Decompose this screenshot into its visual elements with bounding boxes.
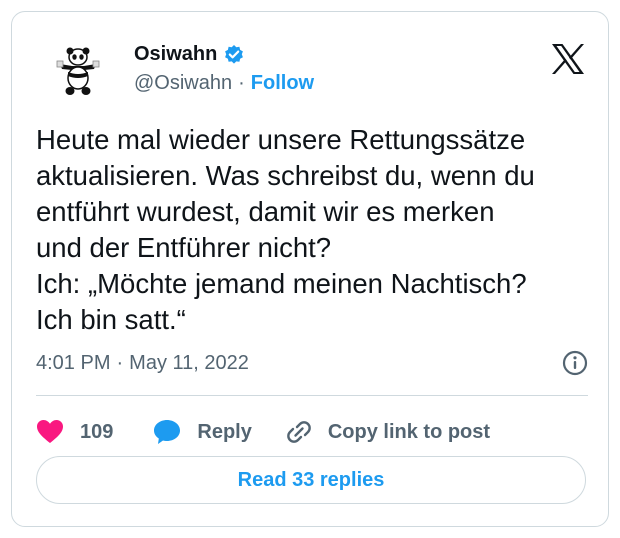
like-count: 109	[80, 420, 114, 443]
copy-link-label: Copy link to post	[327, 420, 491, 443]
reply-button[interactable]: Reply	[153, 419, 252, 445]
heart-icon	[37, 420, 63, 443]
x-logo-icon[interactable]	[550, 42, 586, 76]
verified-badge-icon	[223, 44, 245, 66]
action-bar: 109 Reply Copy link to post	[36, 410, 588, 454]
meta-separator: ·	[116, 351, 124, 374]
follow-button[interactable]: Follow	[251, 72, 314, 95]
handle-row: @Osiwahn · Follow	[134, 72, 314, 95]
tweet-header: Osiwahn @Osiwahn · Follow	[36, 34, 586, 104]
tweet-card: Osiwahn @Osiwahn · Follow Heute mal wied…	[11, 11, 609, 527]
read-replies-button[interactable]: Read 33 replies	[36, 456, 586, 504]
author-name[interactable]: Osiwahn	[134, 43, 217, 66]
tweet-time[interactable]: 4:01 PM	[36, 352, 110, 375]
divider	[36, 395, 588, 396]
info-icon[interactable]	[562, 350, 588, 376]
tweet-text: Heute mal wieder unsere Rettungssätze ak…	[36, 124, 535, 335]
tweet-date[interactable]: May 11, 2022	[129, 352, 249, 375]
handle-separator: ·	[238, 72, 245, 94]
like-button[interactable]: 109	[36, 419, 113, 445]
copy-link-button[interactable]: Copy link to post	[286, 419, 490, 445]
tweet-meta: 4:01 PM · May 11, 2022	[36, 349, 588, 377]
link-icon	[286, 421, 311, 443]
author-name-row[interactable]: Osiwahn	[134, 43, 245, 66]
avatar[interactable]	[50, 44, 106, 100]
author-handle[interactable]: @Osiwahn	[134, 72, 232, 95]
reply-label: Reply	[197, 420, 252, 443]
panda-avatar-image	[56, 47, 100, 95]
speech-bubble-icon	[154, 420, 181, 444]
read-replies-label: Read 33 replies	[237, 468, 385, 491]
